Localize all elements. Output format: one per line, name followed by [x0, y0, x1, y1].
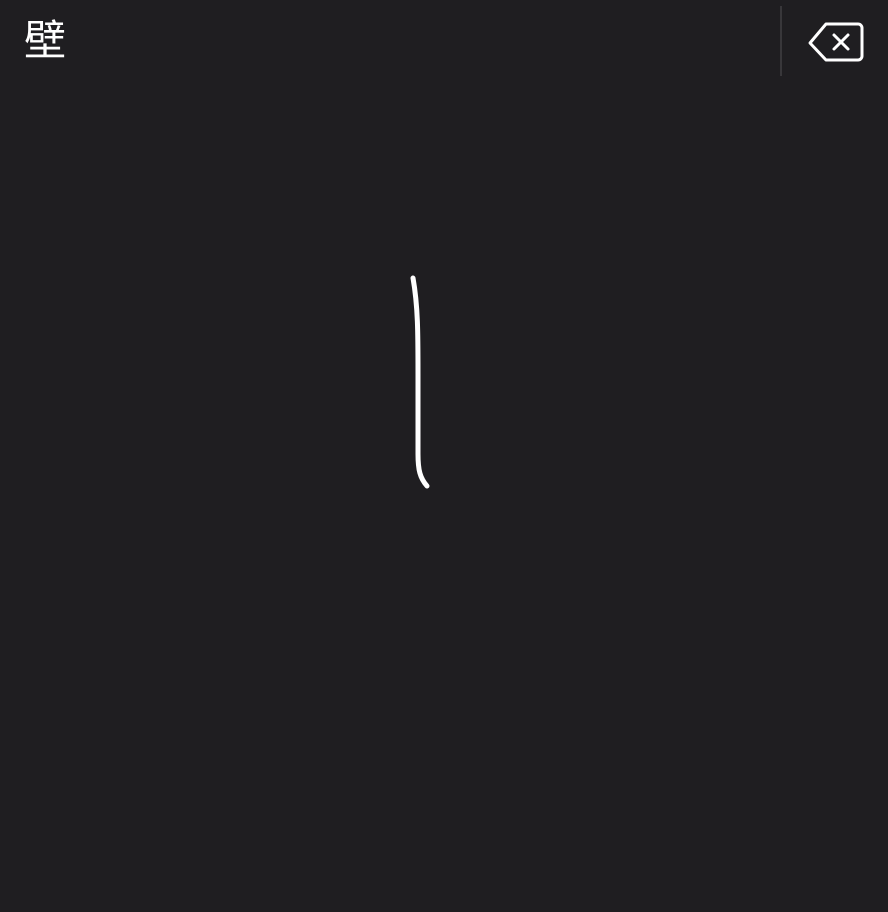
candidate-character[interactable]: 壁	[14, 8, 76, 74]
delete-button[interactable]	[800, 12, 872, 74]
candidate-bar: 壁	[0, 0, 888, 84]
handwriting-canvas[interactable]	[0, 84, 888, 912]
handwritten-stroke	[410, 275, 430, 489]
divider	[780, 6, 782, 76]
handwriting-keyboard: 壁	[0, 0, 888, 912]
delete-left-icon	[808, 22, 864, 62]
